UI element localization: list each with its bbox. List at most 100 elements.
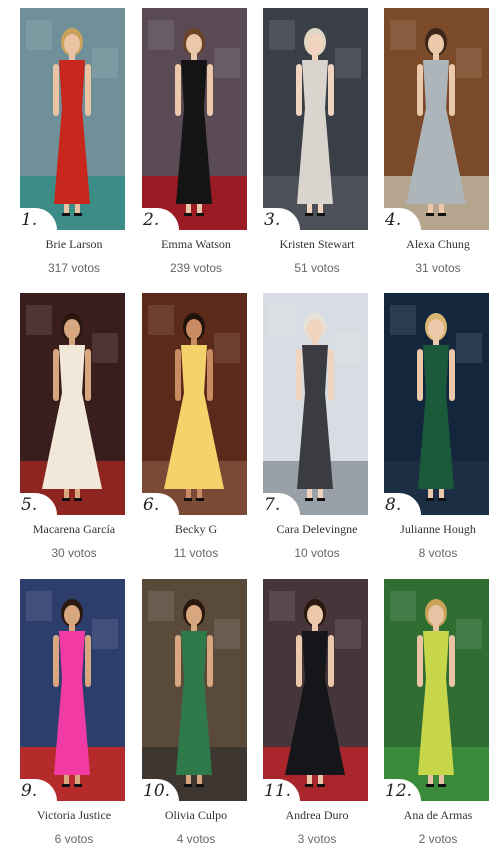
backdrop-logo-panel [269,20,295,50]
celebrity-photo[interactable] [20,8,125,230]
celebrity-name: Kristen Stewart [279,237,355,251]
celebrity-photo[interactable] [20,579,125,801]
celebrity-photo[interactable] [384,293,489,515]
figure-shoe-right [317,498,325,501]
celebrity-photo[interactable] [142,293,247,515]
celebrity-card[interactable]: 8. Julianne Hough 8 votos [379,288,499,560]
figure-arm-right [207,64,213,116]
figure-neck [312,52,318,60]
rank-number: 9. [21,781,38,801]
figure-shoe-right [438,784,446,787]
figure-leg-left [186,775,191,785]
figure-leg-right [439,204,444,214]
celebrity-photo[interactable] [263,579,368,801]
figure-face [307,605,323,625]
figure-shoe-left [62,784,70,787]
celebrity-photo[interactable] [263,8,368,230]
figure-arm-left [417,64,423,116]
figure-arm-left [175,64,181,116]
figure-neck [312,623,318,631]
backdrop-logo-panel [456,48,482,78]
celebrity-name: Andrea Duro [285,808,349,822]
celebrity-photo[interactable] [384,8,489,230]
figure-arm-left [417,349,423,401]
backdrop-logo-panel [456,333,482,363]
figure-leg-left [307,775,312,785]
figure-shoe-left [305,784,313,787]
figure-arm-right [328,635,334,687]
celebrity-card[interactable]: 5. Macarena García 30 votos [15,288,135,560]
vote-count: 30 votos [51,546,97,560]
rank-number: 6. [143,495,160,515]
vote-count: 4 votos [176,832,216,846]
vote-count: 51 votos [294,261,340,275]
figure-arm-right [449,64,455,116]
figure-shoe-left [426,784,434,787]
backdrop-logo-panel [26,591,52,621]
figure-leg-left [64,775,69,785]
celebrity-photo[interactable] [20,293,125,515]
backdrop-logo-panel [148,305,174,335]
celebrity-card[interactable]: 6. Becky G 11 votos [137,288,257,560]
celebrity-card[interactable]: 4. Alexa Chung 31 votos [379,3,499,275]
celebrity-photo[interactable] [142,579,247,801]
photo-illustration [20,293,125,515]
photo-illustration [384,8,489,230]
figure-leg-left [186,204,191,214]
figure-face [307,319,323,339]
celebrity-card[interactable]: 1. Brie Larson 317 votos [15,3,135,275]
celebrity-photo[interactable] [263,293,368,515]
vote-count: 31 votos [415,261,461,275]
figure-arm-right [449,635,455,687]
figure-leg-right [318,775,323,785]
figure-leg-right [318,489,323,499]
rank-number: 10. [143,781,171,801]
figure-arm-left [175,635,181,687]
photo-illustration [20,579,125,801]
figure-shoe-right [74,498,82,501]
backdrop-logo-panel [335,333,361,363]
backdrop-logo-panel [214,619,240,649]
backdrop-logo-panel [390,20,416,50]
figure-arm-left [53,64,59,116]
figure-arm-right [207,635,213,687]
rank-number: 2. [143,210,160,230]
figure-neck [69,52,75,60]
celebrity-card[interactable]: 11. Andrea Duro 3 votos [258,574,378,846]
backdrop-logo-panel [456,619,482,649]
figure-arm-right [207,349,213,401]
celebrity-name: Cara Delevingne [276,522,358,536]
figure-arm-right [449,349,455,401]
vote-count: 8 votos [418,546,458,560]
figure-face [186,605,202,625]
figure-neck [191,52,197,60]
figure-leg-right [75,775,80,785]
rank-number: 11. [264,781,292,801]
backdrop-logo-panel [269,591,295,621]
celebrity-card[interactable]: 12. Ana de Armas 2 votos [379,574,499,846]
celebrity-card[interactable]: 9. Victoria Justice 6 votos [15,574,135,846]
photo-illustration [20,8,125,230]
celebrity-card[interactable]: 10. Olivia Culpo 4 votos [137,574,257,846]
figure-shoe-right [196,213,204,216]
figure-shoe-right [74,784,82,787]
figure-shoe-left [426,498,434,501]
celebrity-card[interactable]: 2. Emma Watson 239 votos [137,3,257,275]
photo-illustration [142,579,247,801]
celebrity-card[interactable]: 3. Kristen Stewart 51 votos [258,3,378,275]
celebrity-name: Macarena García [32,522,116,536]
rank-number: 4. [385,210,402,230]
figure-leg-left [186,489,191,499]
figure-shoe-right [317,213,325,216]
figure-neck [191,337,197,345]
celebrity-card[interactable]: 7. Cara Delevingne 10 votos [258,288,378,560]
celebrity-photo[interactable] [384,579,489,801]
figure-leg-right [197,204,202,214]
celebrity-photo[interactable] [142,8,247,230]
rank-number: 8. [385,495,402,515]
rank-number: 1. [21,210,38,230]
figure-face [428,605,444,625]
figure-leg-left [307,204,312,214]
figure-face [186,34,202,54]
figure-shoe-right [196,784,204,787]
